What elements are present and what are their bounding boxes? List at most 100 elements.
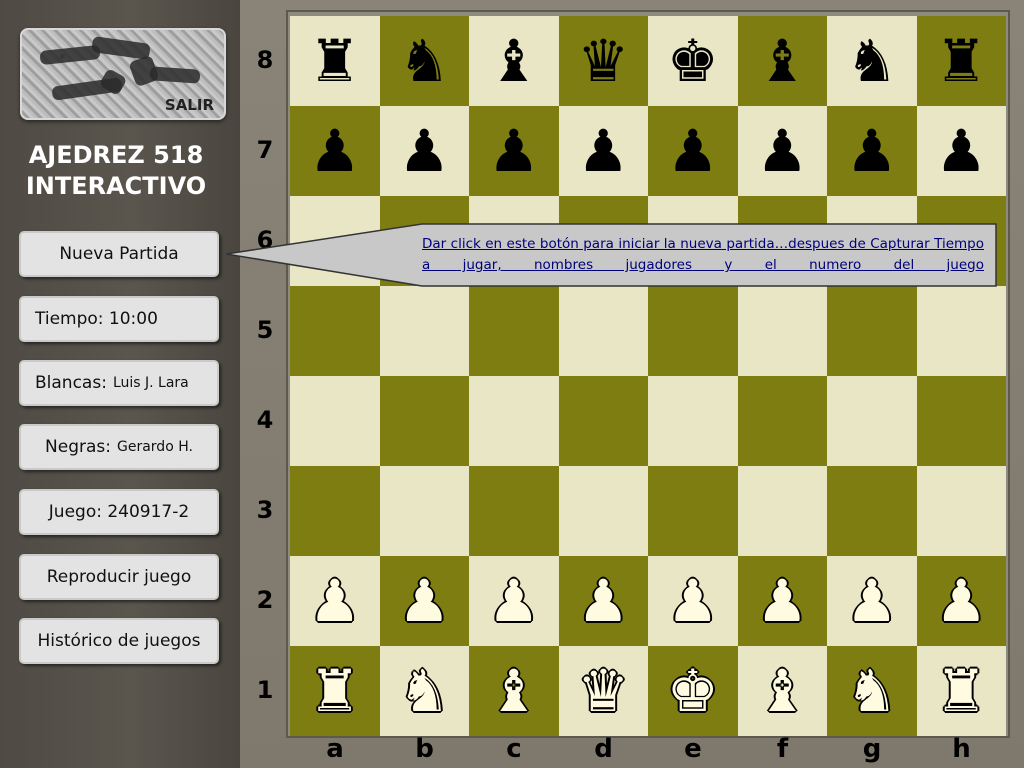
square-c3[interactable] (469, 466, 559, 556)
game-history-button[interactable]: Histórico de juegos (19, 618, 219, 664)
square-f1[interactable]: ♝ (737, 646, 827, 736)
black-king-icon[interactable]: ♚ (667, 32, 719, 90)
replay-game-button[interactable]: Reproducir juego (19, 554, 219, 600)
square-d1[interactable]: ♛ (558, 646, 648, 736)
black-knight-icon[interactable]: ♞ (398, 32, 450, 90)
square-d2[interactable]: ♟ (558, 556, 648, 646)
black-pawn-icon[interactable]: ♟ (577, 122, 629, 180)
exit-label[interactable]: SALIR (165, 96, 214, 114)
black-queen-icon[interactable]: ♛ (577, 32, 629, 90)
black-rook-icon[interactable]: ♜ (935, 32, 987, 90)
square-d8[interactable]: ♛ (558, 16, 648, 106)
square-h4[interactable] (916, 376, 1006, 466)
square-f3[interactable] (737, 466, 827, 556)
square-d4[interactable] (558, 376, 648, 466)
square-f2[interactable]: ♟ (737, 556, 827, 646)
square-a1[interactable]: ♜ (290, 646, 380, 736)
white-rook-icon[interactable]: ♜ (935, 662, 987, 720)
square-d5[interactable] (558, 286, 648, 376)
square-e4[interactable] (648, 376, 738, 466)
square-h5[interactable] (916, 286, 1006, 376)
square-e2[interactable]: ♟ (648, 556, 738, 646)
white-rook-icon[interactable]: ♜ (309, 662, 361, 720)
square-f4[interactable] (737, 376, 827, 466)
black-pawn-icon[interactable]: ♟ (756, 122, 808, 180)
square-a4[interactable] (290, 376, 380, 466)
square-h3[interactable] (916, 466, 1006, 556)
square-d7[interactable]: ♟ (558, 106, 648, 196)
square-a7[interactable]: ♟ (290, 106, 380, 196)
square-b4[interactable] (379, 376, 469, 466)
square-f7[interactable]: ♟ (737, 106, 827, 196)
new-game-button[interactable]: Nueva Partida (19, 231, 219, 277)
square-b5[interactable] (379, 286, 469, 376)
exit-logo-button[interactable]: SALIR (20, 28, 226, 120)
square-f8[interactable]: ♝ (737, 16, 827, 106)
square-g1[interactable]: ♞ (827, 646, 917, 736)
black-pawn-icon[interactable]: ♟ (935, 122, 987, 180)
time-button[interactable]: Tiempo: 10:00 (19, 296, 219, 342)
white-queen-icon[interactable]: ♛ (577, 662, 629, 720)
black-pawn-icon[interactable]: ♟ (309, 122, 361, 180)
square-a5[interactable] (290, 286, 380, 376)
white-pawn-icon[interactable]: ♟ (398, 572, 450, 630)
square-b7[interactable]: ♟ (379, 106, 469, 196)
square-c5[interactable] (469, 286, 559, 376)
square-c1[interactable]: ♝ (469, 646, 559, 736)
square-e3[interactable] (648, 466, 738, 556)
square-b3[interactable] (379, 466, 469, 556)
square-h7[interactable]: ♟ (916, 106, 1006, 196)
square-c8[interactable]: ♝ (469, 16, 559, 106)
square-c4[interactable] (469, 376, 559, 466)
square-g8[interactable]: ♞ (827, 16, 917, 106)
square-e7[interactable]: ♟ (648, 106, 738, 196)
square-a8[interactable]: ♜ (290, 16, 380, 106)
white-pawn-icon[interactable]: ♟ (935, 572, 987, 630)
white-pawn-icon[interactable]: ♟ (667, 572, 719, 630)
black-bishop-icon[interactable]: ♝ (756, 32, 808, 90)
square-c7[interactable]: ♟ (469, 106, 559, 196)
black-pawn-icon[interactable]: ♟ (488, 122, 540, 180)
white-pawn-icon[interactable]: ♟ (577, 572, 629, 630)
black-player-name: Gerardo H. (117, 439, 193, 455)
square-e8[interactable]: ♚ (648, 16, 738, 106)
square-g7[interactable]: ♟ (827, 106, 917, 196)
white-knight-icon[interactable]: ♞ (398, 662, 450, 720)
black-pawn-icon[interactable]: ♟ (398, 122, 450, 180)
square-h2[interactable]: ♟ (916, 556, 1006, 646)
game-number-button[interactable]: Juego: 240917-2 (19, 489, 219, 535)
square-g5[interactable] (827, 286, 917, 376)
chess-board[interactable]: ♜ ♞ ♝ ♛ ♚ ♝ ♞ ♜ ♟ ♟ ♟ ♟ ♟ ♟ ♟ ♟ ♟ ♟ ♟ ♟ ♟ ♟ ♟ ♟ ♜ ♞ ♝ ♛ ♚ ♝ ♞ ♜ (290, 16, 1006, 736)
square-c2[interactable]: ♟ (469, 556, 559, 646)
square-b2[interactable]: ♟ (379, 556, 469, 646)
square-e1[interactable]: ♚ (648, 646, 738, 736)
square-h8[interactable]: ♜ (916, 16, 1006, 106)
square-a2[interactable]: ♟ (290, 556, 380, 646)
square-f5[interactable] (737, 286, 827, 376)
square-e5[interactable] (648, 286, 738, 376)
black-knight-icon[interactable]: ♞ (846, 32, 898, 90)
square-b1[interactable]: ♞ (379, 646, 469, 736)
black-player-button[interactable]: Negras: Gerardo H. (19, 424, 219, 470)
square-g4[interactable] (827, 376, 917, 466)
square-b8[interactable]: ♞ (379, 16, 469, 106)
white-pawn-icon[interactable]: ♟ (309, 572, 361, 630)
white-pawn-icon[interactable]: ♟ (846, 572, 898, 630)
rank-label-5: 5 (256, 316, 274, 344)
white-king-icon[interactable]: ♚ (667, 662, 719, 720)
square-d3[interactable] (558, 466, 648, 556)
black-bishop-icon[interactable]: ♝ (488, 32, 540, 90)
black-pawn-icon[interactable]: ♟ (846, 122, 898, 180)
square-h1[interactable]: ♜ (916, 646, 1006, 736)
white-player-button[interactable]: Blancas: Luis J. Lara (19, 360, 219, 406)
white-knight-icon[interactable]: ♞ (846, 662, 898, 720)
black-pawn-icon[interactable]: ♟ (667, 122, 719, 180)
square-g2[interactable]: ♟ (827, 556, 917, 646)
square-g3[interactable] (827, 466, 917, 556)
white-bishop-icon[interactable]: ♝ (488, 662, 540, 720)
square-a3[interactable] (290, 466, 380, 556)
white-bishop-icon[interactable]: ♝ (756, 662, 808, 720)
black-rook-icon[interactable]: ♜ (309, 32, 361, 90)
white-pawn-icon[interactable]: ♟ (756, 572, 808, 630)
white-pawn-icon[interactable]: ♟ (488, 572, 540, 630)
